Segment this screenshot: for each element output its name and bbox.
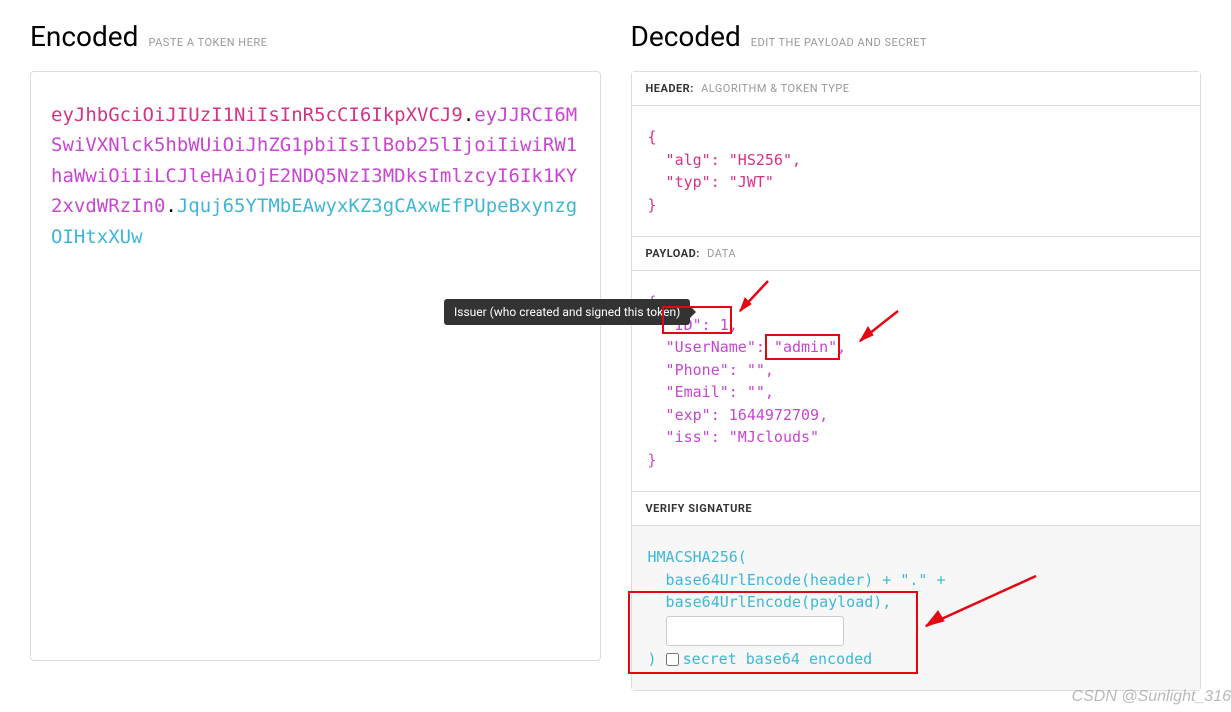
header-code[interactable]: { "alg": "HS256", "typ": "JWT" } [632,106,1201,236]
payload-username-value: "admin", [765,338,846,356]
encoded-token-box[interactable]: eyJhbGciOiJIUzI1NiIsInR5cCI6IkpXVCJ9.eyJ… [30,71,601,661]
iss-tooltip: Issuer (who created and signed this toke… [444,299,690,325]
secret-input[interactable] [666,616,844,646]
token-dot-2: . [165,195,176,217]
decoded-box: HEADER: ALGORITHM & TOKEN TYPE { "alg": … [631,71,1202,691]
payload-code[interactable]: { "ID": 1, "UserName": "admin", "Phone":… [632,271,1201,491]
signature-section-label: VERIFY SIGNATURE [632,491,1201,526]
base64-checkbox[interactable] [666,653,679,666]
header-section-label: HEADER: ALGORITHM & TOKEN TYPE [632,72,1201,106]
encoded-column: Encoded PASTE A TOKEN HERE eyJhbGciOiJIU… [30,20,601,691]
token-dot-1: . [463,104,474,126]
decoded-title: Decoded EDIT THE PAYLOAD AND SECRET [631,20,1202,53]
encoded-title: Encoded PASTE A TOKEN HERE [30,20,601,53]
decoded-column: Decoded EDIT THE PAYLOAD AND SECRET HEAD… [631,20,1202,691]
encoded-title-text: Encoded [30,20,138,53]
encoded-subtitle: PASTE A TOKEN HERE [148,36,267,49]
payload-section-label: PAYLOAD: DATA [632,236,1201,271]
signature-code: HMACSHA256( base64UrlEncode(header) + ".… [632,526,1201,690]
decoded-title-text: Decoded [631,20,741,53]
decoded-subtitle: EDIT THE PAYLOAD AND SECRET [751,36,927,49]
token-header-part: eyJhbGciOiJIUzI1NiIsInR5cCI6IkpXVCJ9 [51,104,463,126]
checkbox-label: secret base64 encoded [683,648,873,671]
